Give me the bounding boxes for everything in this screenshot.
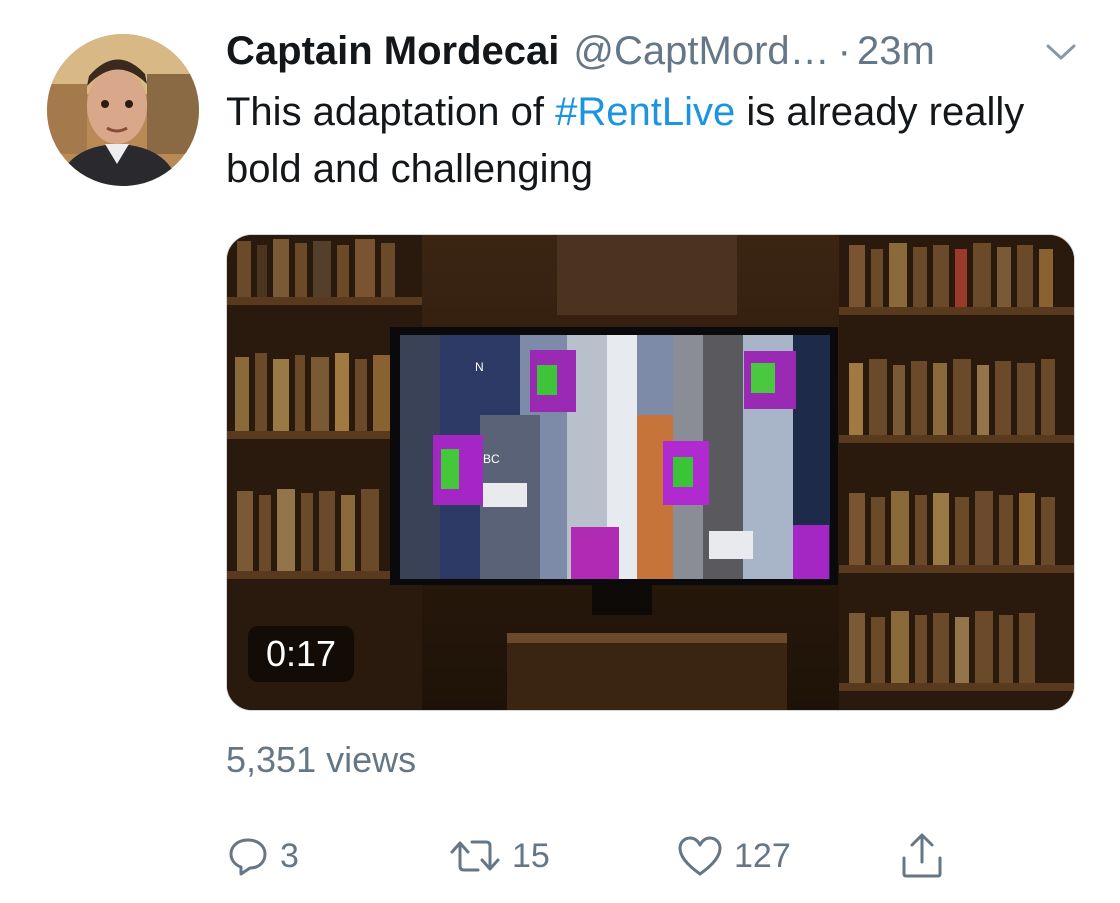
reply-button[interactable]: 3 — [226, 832, 299, 880]
avatar[interactable] — [47, 34, 199, 186]
hashtag-link[interactable]: #RentLive — [555, 90, 735, 134]
tv-logo-text-2: BC — [483, 452, 500, 466]
author-name[interactable]: Captain Mordecai — [226, 29, 559, 73]
reply-count: 3 — [280, 836, 299, 875]
author-handle[interactable]: @CaptMord… — [573, 29, 829, 73]
video-duration: 0:17 — [248, 626, 355, 682]
chevron-down-icon[interactable] — [1044, 40, 1078, 64]
tweet-text-before: This adaptation of — [226, 90, 556, 134]
view-count: 5,351 views — [226, 739, 417, 780]
retweet-icon — [450, 840, 500, 872]
like-button[interactable]: 127 — [676, 832, 791, 880]
video-frame: N BC — [227, 235, 1074, 710]
retweet-count: 15 — [512, 836, 550, 875]
separator-dot: · — [837, 29, 851, 73]
tweet-text: This adaptation of #RentLive is already … — [226, 84, 1076, 198]
retweet-button[interactable]: 15 — [448, 832, 550, 880]
share-button[interactable] — [898, 832, 946, 880]
profile-photo — [47, 34, 199, 186]
heart-icon — [678, 836, 722, 876]
tweet-header: Captain Mordecai @CaptMord… · 23m — [226, 26, 1086, 78]
reply-icon — [229, 838, 267, 876]
like-count: 127 — [734, 836, 791, 875]
tv-logo-text: N — [475, 360, 484, 374]
share-icon — [902, 833, 942, 878]
tweet-timestamp[interactable]: 23m — [857, 29, 935, 73]
